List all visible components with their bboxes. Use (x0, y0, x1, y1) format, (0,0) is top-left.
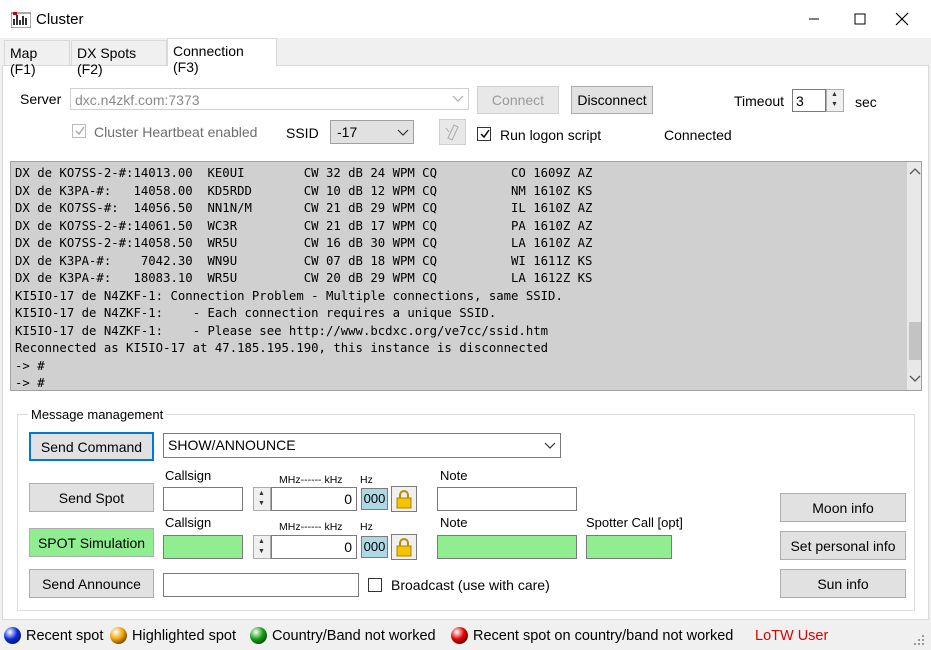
spin-up-icon: ▲ (831, 91, 838, 98)
spin-down-icon: ▼ (258, 548, 265, 555)
sim-hz-input[interactable]: 000 (361, 536, 388, 558)
sim-note-label: Note (440, 515, 468, 530)
tab-map[interactable]: Map (F1) (4, 40, 70, 77)
timeout-spinner[interactable]: ▲ ▼ (826, 89, 844, 112)
send-command-button[interactable]: Send Command (29, 432, 154, 461)
sun-info-button[interactable]: Sun info (780, 569, 906, 598)
sim-freq-value: 0 (344, 539, 352, 555)
set-personal-info-button[interactable]: Set personal info (780, 531, 906, 560)
command-value: SHOW/ANNOUNCE (168, 437, 296, 453)
connect-button[interactable]: Connect (477, 86, 559, 114)
spin-down-icon: ▼ (258, 500, 265, 507)
sim-freq-input[interactable]: 0 (271, 535, 357, 559)
callsign-label: Callsign (165, 468, 212, 483)
hz-label: Hz (360, 474, 373, 486)
spotter-label: Spotter Call [opt] (586, 515, 683, 530)
timeout-input[interactable]: 3 (792, 89, 826, 112)
scroll-up-icon[interactable] (907, 164, 921, 180)
moon-info-button[interactable]: Moon info (780, 493, 906, 522)
legend-recent-not-worked: Recent spot on country/band not worked (473, 628, 734, 644)
console-output[interactable]: DX de KO7SS-2-#:14013.00 KE0UI CW 32 dB … (10, 161, 922, 391)
logon-script-checkbox[interactable] (477, 127, 491, 141)
minimize-button[interactable] (791, 0, 837, 38)
broadcast-checkbox[interactable] (368, 578, 382, 592)
close-button[interactable] (879, 0, 925, 38)
sim-lock-button[interactable] (391, 534, 417, 560)
spin-up-icon: ▲ (258, 490, 265, 497)
red-dot-icon (451, 627, 468, 644)
scroll-down-icon[interactable] (907, 372, 921, 388)
send-spot-button[interactable]: Send Spot (29, 483, 154, 512)
scrollbar-thumb[interactable] (909, 322, 921, 360)
spot-freq-spinner[interactable]: ▲ ▼ (253, 487, 271, 511)
connection-status: Connected (664, 127, 732, 143)
server-label: Server (20, 91, 62, 107)
disconnect-button[interactable]: Disconnect (571, 86, 653, 114)
spot-lock-button[interactable] (391, 486, 417, 512)
spotter-call-input[interactable] (586, 535, 672, 559)
timeout-value: 3 (796, 93, 804, 109)
spot-freq-value: 0 (344, 491, 352, 507)
spot-callsign-input[interactable] (163, 487, 243, 511)
chevron-down-icon (452, 91, 464, 105)
sim-hz-label: Hz (360, 521, 373, 533)
window-title: Cluster (36, 11, 84, 28)
ssid-select[interactable]: -17 (330, 120, 414, 144)
send-announce-button[interactable]: Send Announce (29, 569, 154, 598)
mhz-khz-label: MHz------ kHz (279, 474, 343, 486)
broadcast-label: Broadcast (use with care) (391, 577, 550, 593)
sim-callsign-label: Callsign (165, 515, 212, 530)
green-dot-icon (250, 627, 267, 644)
lotw-user-label: LoTW User (755, 628, 829, 644)
sim-callsign-input[interactable] (163, 535, 243, 559)
blue-dot-icon (4, 627, 21, 644)
tab-dx-spots[interactable]: DX Spots (F2) (71, 40, 167, 77)
chevron-down-icon (544, 438, 556, 452)
logon-script-label: Run logon script (500, 127, 602, 143)
lock-icon (396, 538, 412, 557)
orange-dot-icon (110, 627, 127, 644)
console-text: DX de KO7SS-2-#:14013.00 KE0UI CW 32 dB … (15, 166, 593, 390)
legend-highlighted-spot: Highlighted spot (132, 628, 236, 644)
timeout-unit: sec (855, 94, 877, 110)
maximize-button[interactable] (837, 0, 883, 38)
script-edit-button[interactable] (439, 119, 466, 145)
legend-recent-spot: Recent spot (26, 628, 104, 644)
timeout-label: Timeout (734, 93, 785, 109)
spot-note-input[interactable] (437, 487, 577, 511)
sim-freq-spinner[interactable]: ▲ ▼ (253, 535, 271, 559)
lock-icon (396, 490, 412, 509)
spot-simulation-button[interactable]: SPOT Simulation (29, 528, 154, 557)
sim-note-input[interactable] (437, 535, 577, 559)
spot-hz-input[interactable]: 000 (361, 488, 388, 510)
ssid-label: SSID (286, 125, 319, 141)
note-label: Note (440, 468, 468, 483)
heartbeat-label: Cluster Heartbeat enabled (94, 124, 258, 140)
script-icon (445, 124, 459, 141)
server-combo[interactable]: dxc.n4zkf.com:7373 (70, 88, 469, 110)
server-value: dxc.n4zkf.com:7373 (75, 92, 200, 108)
heartbeat-checkbox[interactable] (72, 124, 86, 138)
chevron-down-icon (397, 125, 409, 139)
app-icon (10, 11, 32, 29)
spin-up-icon: ▲ (258, 538, 265, 545)
spin-down-icon: ▼ (831, 101, 838, 108)
ssid-value: -17 (337, 124, 358, 140)
legend-not-worked: Country/Band not worked (272, 628, 436, 644)
resize-grip-icon[interactable] (912, 633, 926, 650)
spot-freq-input[interactable]: 0 (271, 487, 357, 511)
command-select[interactable]: SHOW/ANNOUNCE (163, 433, 561, 458)
message-management-label: Message management (28, 407, 167, 422)
tab-connection[interactable]: Connection (F3) (167, 38, 277, 75)
sim-mhz-khz-label: MHz------ kHz (279, 521, 343, 533)
announce-input[interactable] (163, 573, 359, 597)
